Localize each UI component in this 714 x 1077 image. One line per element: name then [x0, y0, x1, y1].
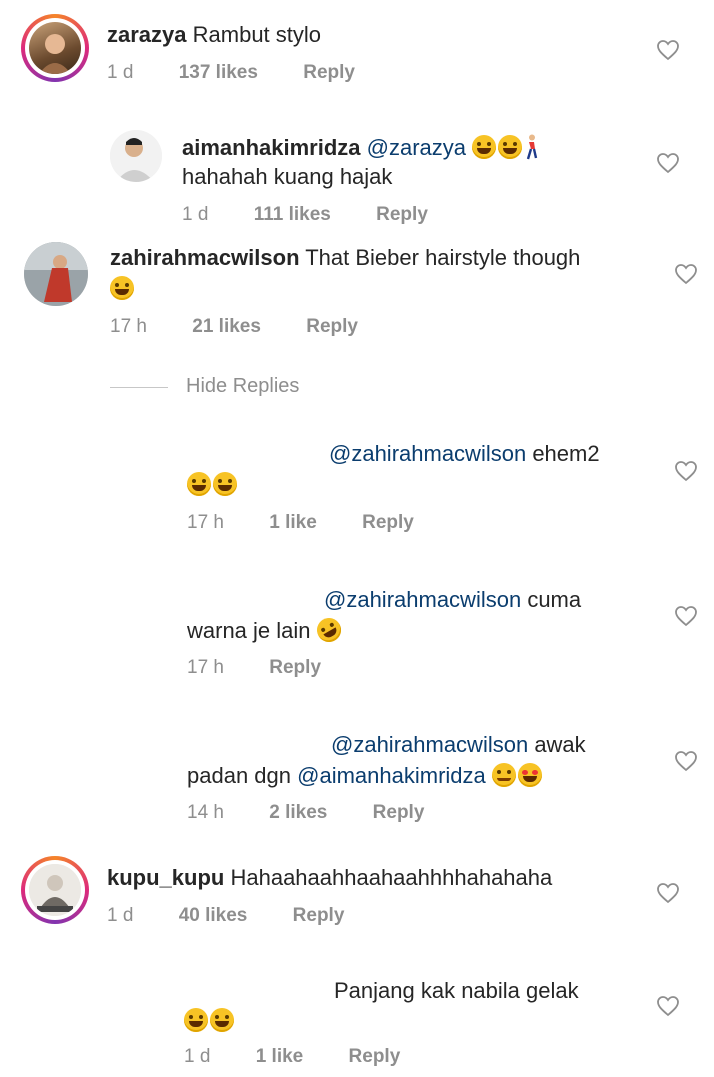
- comment-time: 1 d: [107, 62, 134, 83]
- reply-button[interactable]: Reply: [362, 512, 414, 533]
- comment-username[interactable]: zahirahmacwilson: [110, 245, 300, 270]
- comment-time: 14 h: [187, 802, 224, 823]
- mention-link[interactable]: @zarazya: [367, 135, 466, 160]
- mention-link[interactable]: @aimanhakimridza: [297, 763, 486, 788]
- grinning-squinting-face-emoji: [472, 135, 497, 159]
- comment-username[interactable]: aimanhakimridza: [182, 135, 361, 160]
- comment-body: hahahah kuang hajak: [182, 164, 393, 189]
- comment-time: 17 h: [110, 316, 147, 337]
- grinning-squinting-face-emoji: [184, 1008, 208, 1032]
- comment-body: padan dgn: [187, 763, 291, 788]
- avatar-story-ring[interactable]: [21, 14, 89, 82]
- comment-time: 1 d: [182, 204, 209, 225]
- reply-button[interactable]: Reply: [373, 802, 425, 823]
- hide-replies-divider: [110, 387, 168, 388]
- grinning-squinting-face-emoji: [187, 472, 211, 496]
- person-running-emoji: [526, 134, 538, 160]
- reply-button[interactable]: Reply: [269, 657, 321, 678]
- heart-outline-icon[interactable]: [656, 152, 680, 174]
- comment-body: awak: [534, 732, 586, 757]
- hide-replies-button[interactable]: Hide Replies: [186, 375, 299, 398]
- comment-body: ehem2: [532, 441, 600, 466]
- grinning-squinting-face-emoji: [213, 472, 237, 496]
- avatar[interactable]: [110, 130, 162, 182]
- avatar[interactable]: [24, 242, 88, 306]
- mention-link[interactable]: @zahirahmacwilson: [329, 441, 526, 466]
- heart-outline-icon[interactable]: [674, 605, 698, 627]
- comment-meta: 1 d 111 likes Reply: [182, 204, 468, 226]
- comment-body: warna je lain: [187, 618, 311, 643]
- comment-emoji-line: [187, 470, 239, 500]
- heart-outline-icon[interactable]: [674, 460, 698, 482]
- comment-body: cuma: [527, 587, 582, 612]
- likes-count[interactable]: 1 like: [256, 1046, 304, 1067]
- comment-meta: 17 h 21 likes Reply: [110, 316, 398, 338]
- comment-text: @zahirahmacwilson ehem2: [329, 439, 600, 469]
- comment-text: warna je lain: [187, 613, 346, 647]
- avatar-photo: [24, 242, 88, 306]
- comment-body: Panjang kak nabila gelak: [334, 978, 579, 1003]
- comment-meta: 1 d 40 likes Reply: [107, 905, 384, 927]
- comment-time: 17 h: [187, 512, 224, 533]
- comment-time: 1 d: [107, 905, 134, 926]
- comment-meta: 17 h 1 like Reply: [187, 512, 454, 534]
- comment-body: Rambut stylo: [192, 22, 322, 47]
- grinning-squinting-face-emoji: [498, 135, 523, 159]
- likes-count[interactable]: 40 likes: [179, 905, 248, 926]
- comment-text: zarazya Rambut stylo: [107, 20, 321, 50]
- avatar-story-ring[interactable]: [21, 856, 89, 924]
- reply-button[interactable]: Reply: [293, 905, 345, 926]
- comment-text: zahirahmacwilson That Bieber hairstyle t…: [110, 243, 580, 273]
- likes-count[interactable]: 1 like: [269, 512, 317, 533]
- grinning-squinting-face-emoji: [210, 1008, 234, 1032]
- avatar-photo: [110, 130, 162, 182]
- comment-text: kupu_kupu Hahaahaahhaahaahhhhahahaha: [107, 863, 552, 893]
- comment-body: That Bieber hairstyle though: [305, 245, 581, 270]
- heart-outline-icon[interactable]: [674, 750, 698, 772]
- comment-text: @zahirahmacwilson awak: [331, 730, 586, 760]
- heart-outline-icon[interactable]: [656, 39, 680, 61]
- heart-outline-icon[interactable]: [656, 882, 680, 904]
- comment-time: 1 d: [184, 1046, 211, 1067]
- comment-meta: 1 d 1 like Reply: [184, 1046, 440, 1068]
- reply-button[interactable]: Reply: [376, 204, 428, 225]
- comment-meta: 17 h Reply: [187, 657, 361, 679]
- comment-meta: 14 h 2 likes Reply: [187, 802, 464, 824]
- mention-link[interactable]: @zahirahmacwilson: [331, 732, 528, 757]
- comment-body: Hahaahaahhaahaahhhhahahaha: [230, 865, 553, 890]
- comment-username[interactable]: kupu_kupu: [107, 865, 224, 890]
- comment-text: @zahirahmacwilson cuma: [324, 585, 581, 615]
- heart-outline-icon[interactable]: [656, 995, 680, 1017]
- avatar-photo: [29, 864, 81, 916]
- mention-link[interactable]: @zahirahmacwilson: [324, 587, 521, 612]
- comment-meta: 1 d 137 likes Reply: [107, 62, 395, 84]
- likes-count[interactable]: 137 likes: [179, 62, 258, 83]
- reply-button[interactable]: Reply: [349, 1046, 401, 1067]
- grinning-squinting-face-emoji: [110, 276, 134, 300]
- comment-emoji-line: [184, 1006, 236, 1036]
- likes-count[interactable]: 111 likes: [254, 204, 331, 225]
- avatar-photo: [39, 34, 71, 74]
- comment-text: padan dgn @aimanhakimridza: [187, 761, 544, 791]
- heart-outline-icon[interactable]: [674, 263, 698, 285]
- rolling-on-floor-laughing-emoji: [312, 613, 346, 647]
- comment-username[interactable]: zarazya: [107, 22, 187, 47]
- likes-count[interactable]: 2 likes: [269, 802, 327, 823]
- reply-button[interactable]: Reply: [306, 316, 358, 337]
- likes-count[interactable]: 21 likes: [192, 316, 261, 337]
- heart-eyes-emoji: [517, 763, 542, 787]
- reply-button[interactable]: Reply: [303, 62, 355, 83]
- smiling-face-emoji: [491, 763, 516, 787]
- comment-emoji-line: [110, 274, 136, 304]
- comment-time: 17 h: [187, 657, 224, 678]
- comment-text: aimanhakimridza @zarazya: [182, 133, 538, 163]
